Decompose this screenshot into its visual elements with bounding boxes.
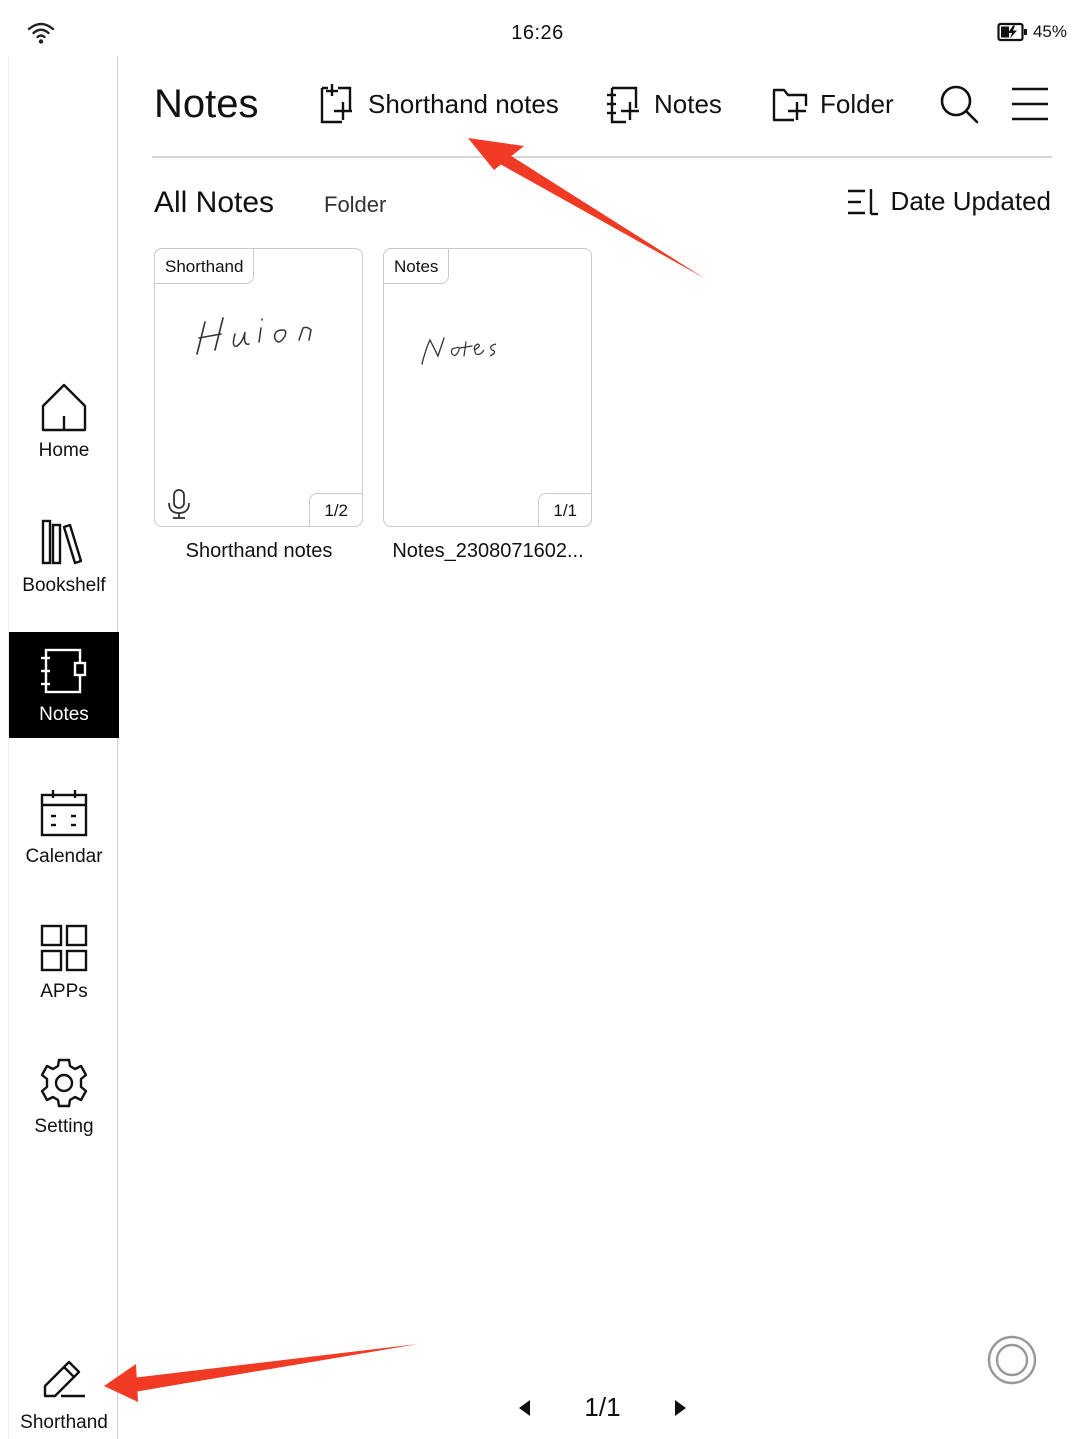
page-count: 1/2 [309, 493, 363, 527]
sidebar-item-calendar[interactable]: Calendar [9, 774, 119, 880]
next-page-icon[interactable] [670, 1398, 690, 1418]
new-folder-label: Folder [820, 88, 894, 119]
pagination: 1/1 [515, 1390, 690, 1426]
tab-folder[interactable]: Folder [324, 192, 386, 218]
sidebar: Home Bookshelf Notes Calendar APPs Setti… [8, 56, 119, 1439]
shorthand-label: Shorthand [20, 1412, 108, 1433]
sidebar-item-label: Bookshelf [22, 575, 106, 596]
sidebar-item-apps[interactable]: APPs [9, 909, 119, 1015]
note-title: Notes_2308071602... [392, 540, 584, 562]
shorthand-button[interactable]: Shorthand [9, 1340, 119, 1439]
sidebar-item-label: Home [38, 440, 90, 461]
tab-all-notes[interactable]: All Notes [154, 186, 274, 220]
page-indicator: 1/1 [584, 1392, 621, 1422]
note-title: Shorthand notes [185, 540, 333, 562]
battery-charging-icon [997, 22, 1027, 42]
sidebar-item-notes[interactable]: Notes [9, 632, 119, 738]
home-icon [37, 380, 91, 434]
calendar-icon [37, 786, 91, 840]
page-count: 1/1 [538, 493, 592, 527]
sidebar-item-setting[interactable]: Setting [9, 1044, 119, 1150]
notebook-icon [37, 644, 91, 698]
sidebar-item-label: APPs [40, 981, 88, 1002]
new-folder-button[interactable]: Folder [772, 84, 894, 124]
new-note-label: Notes [654, 88, 722, 119]
new-shorthand-note-button[interactable]: Shorthand notes [320, 84, 559, 124]
pencil-icon [37, 1352, 91, 1406]
handwriting-preview [196, 317, 312, 355]
new-note-button[interactable]: Notes [606, 84, 722, 124]
add-note-icon [320, 84, 352, 124]
bookshelf-icon [37, 515, 91, 569]
sidebar-item-label: Calendar [25, 846, 103, 867]
page-title: Notes [154, 82, 259, 126]
add-folder-icon [772, 88, 808, 122]
sidebar-item-label: Notes [39, 704, 89, 725]
gear-icon [37, 1056, 91, 1110]
menu-icon[interactable] [1010, 84, 1050, 124]
sort-button[interactable]: Date Updated [847, 186, 1051, 217]
floating-assistive-button[interactable] [986, 1334, 1038, 1386]
status-bar: 16:26 45% [0, 0, 1075, 56]
battery-indicator: 45% [997, 22, 1067, 42]
annotation-arrow [104, 1344, 418, 1402]
note-type-tag: Shorthand [154, 248, 255, 284]
handwriting-preview [421, 337, 497, 365]
apps-grid-icon [37, 921, 91, 975]
sidebar-item-home[interactable]: Home [9, 368, 119, 474]
search-icon[interactable] [939, 84, 979, 124]
add-notebook-icon [607, 86, 639, 124]
microphone-icon [168, 489, 190, 519]
note-card[interactable]: Shorthand 1/2 [154, 248, 363, 527]
sidebar-item-bookshelf[interactable]: Bookshelf [9, 503, 119, 609]
status-time: 16:26 [511, 22, 564, 44]
note-type-tag: Notes [383, 248, 450, 284]
note-card[interactable]: Notes 1/1 [383, 248, 592, 527]
battery-percent: 45% [1032, 22, 1067, 41]
sort-icon [847, 188, 878, 215]
sidebar-item-label: Setting [34, 1116, 94, 1137]
top-toolbar: Notes Shorthand notes Notes Folder [152, 60, 1052, 158]
sort-label: Date Updated [890, 186, 1051, 216]
new-shorthand-note-label: Shorthand notes [368, 88, 559, 119]
